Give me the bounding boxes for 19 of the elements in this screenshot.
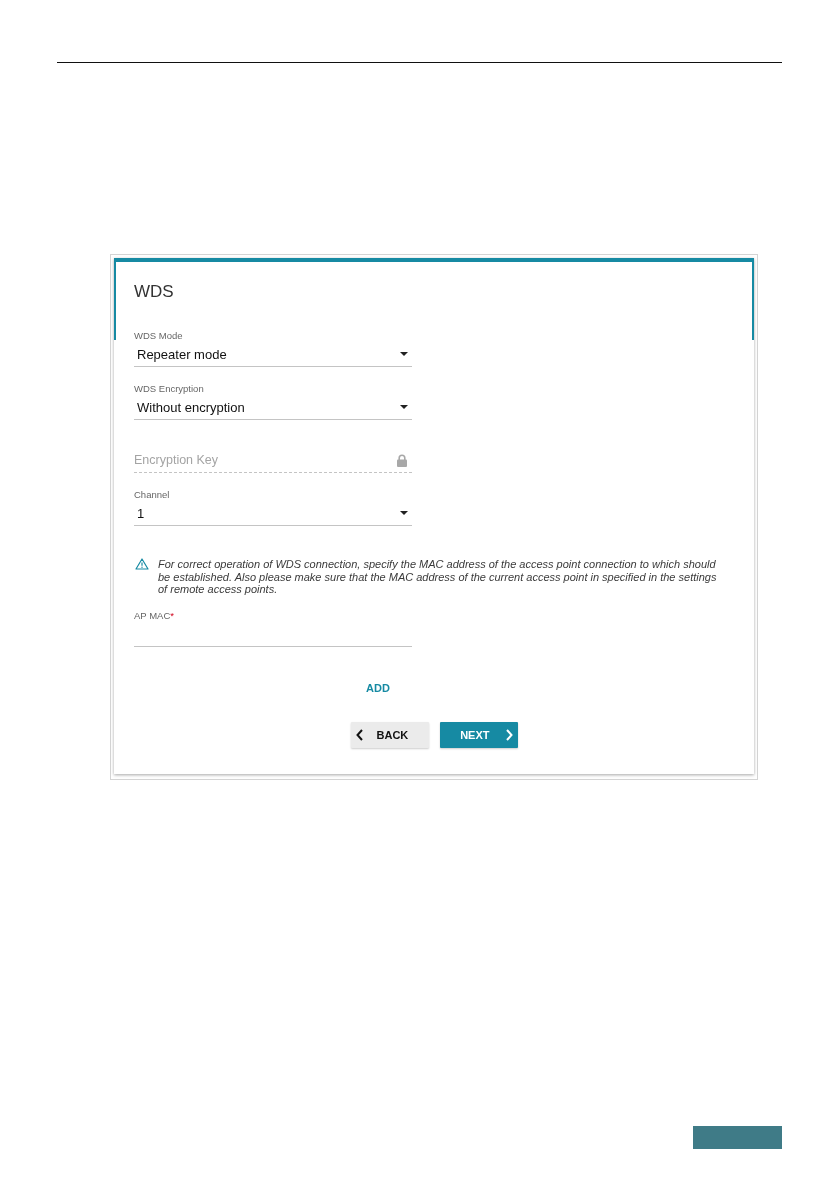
notice-text: For correct operation of WDS connection, specify the MAC address of the access point connection to which should be established. Also please make sure that the MAC address of the current access point in specified in the settings of remote access points.	[158, 558, 718, 596]
card-title: WDS	[134, 282, 175, 302]
caret-icon	[400, 352, 408, 356]
caret-icon	[400, 405, 408, 409]
select-field[interactable]: 1	[134, 501, 412, 526]
select-field[interactable]: Without encryption	[134, 395, 412, 420]
chevron-right-icon	[505, 728, 513, 741]
back-button[interactable]: BACK	[350, 721, 429, 748]
warning-icon	[135, 558, 149, 570]
select-field[interactable]: Repeater mode	[134, 342, 412, 367]
chevron-left-icon	[355, 728, 363, 741]
field-label: Channel	[134, 489, 171, 501]
add-link[interactable]: ADD	[366, 681, 390, 694]
caret-icon	[400, 511, 408, 515]
lock-icon	[397, 454, 407, 467]
field-label: WDS Mode	[134, 330, 184, 342]
next-button[interactable]: NEXT	[439, 721, 518, 748]
field-label: WDS Encryption	[134, 383, 205, 395]
field-label: AP MAC*	[134, 609, 175, 622]
